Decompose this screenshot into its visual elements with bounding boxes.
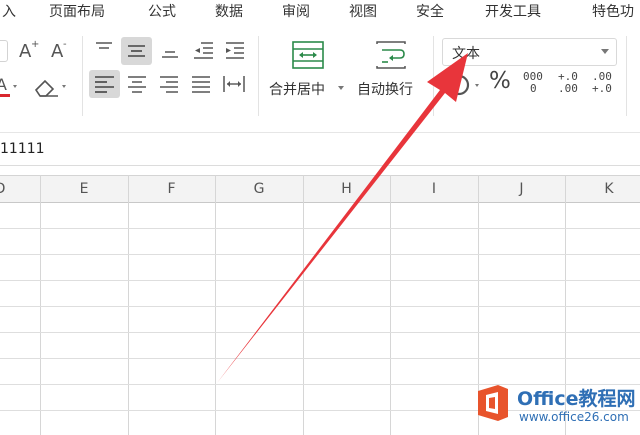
align-middle-button[interactable] (121, 37, 152, 65)
grid-line (0, 280, 640, 281)
grid-line (0, 332, 640, 333)
menu-view[interactable]: 视图 (349, 1, 377, 23)
grid-line (0, 306, 640, 307)
column-header-k[interactable]: K (565, 176, 640, 202)
decrease-font-size-button[interactable]: A - (50, 38, 72, 62)
chevron-down-icon (601, 49, 609, 54)
distributed-align-button[interactable] (220, 71, 248, 97)
align-middle-icon (128, 45, 145, 57)
column-header-j[interactable]: J (478, 176, 565, 202)
ribbon-separator (258, 36, 259, 116)
grid-line (215, 175, 216, 435)
wrap-text-button[interactable]: 自动换行 (354, 38, 428, 116)
increase-font-size-button[interactable]: A + (18, 38, 40, 62)
decrease-decimal-top-text: .00 (592, 70, 612, 83)
align-left-button[interactable] (89, 70, 120, 98)
percent-style-button[interactable]: % (489, 68, 511, 94)
menu-special[interactable]: 特色功 (592, 1, 634, 23)
grid-line (128, 175, 129, 435)
column-header-d[interactable]: D (0, 176, 18, 202)
svg-text:+: + (31, 39, 39, 50)
column-header-row: D E F G H I J K (0, 175, 640, 203)
merge-dropdown-icon[interactable] (338, 86, 344, 90)
align-bottom-icon (162, 51, 178, 58)
align-center-icon (128, 76, 146, 93)
ribbon-separator (433, 36, 434, 116)
decrease-indent-icon (194, 42, 213, 59)
formula-content: 11111 (0, 141, 45, 157)
menu-formulas[interactable]: 公式 (148, 1, 176, 23)
menu-data[interactable]: 数据 (215, 1, 243, 23)
increase-indent-button[interactable] (222, 38, 248, 62)
align-right-button[interactable] (156, 71, 182, 97)
decrease-font-icon: A - (51, 39, 67, 62)
decrease-decimal-button[interactable]: .00 +.0 (590, 70, 618, 98)
align-left-icon (95, 76, 114, 93)
menu-bar: 入 页面布局 公式 数据 审阅 视图 安全 开发工具 特色功 (0, 0, 640, 24)
grid-line (40, 175, 41, 435)
ribbon-separator (82, 36, 83, 116)
font-color-button[interactable]: A (0, 74, 22, 100)
increase-font-icon: A + (19, 39, 39, 62)
currency-format-button[interactable] (448, 72, 484, 98)
distributed-align-icon (223, 76, 245, 92)
grid-line (390, 175, 391, 435)
menu-developer[interactable]: 开发工具 (485, 1, 541, 23)
wrap-text-icon (376, 41, 406, 69)
align-top-icon (96, 42, 112, 49)
align-center-button[interactable] (124, 71, 150, 97)
align-right-icon (160, 76, 178, 93)
justify-button[interactable] (188, 71, 214, 97)
merge-cells-icon (292, 41, 324, 69)
justify-icon (192, 76, 210, 93)
font-size-dropdown[interactable] (0, 40, 8, 62)
number-format-value: 文本 (452, 46, 480, 62)
increase-decimal-top-text: +.0 (558, 70, 578, 83)
grid-line (303, 175, 304, 435)
thousands-top-text: 000 (523, 70, 543, 83)
grid-line (0, 358, 640, 359)
currency-icon (448, 74, 479, 96)
merge-center-label: 合并居中 (269, 82, 325, 98)
clear-format-button[interactable] (32, 74, 70, 100)
ribbon-toolbar: A + A - A 合并居中 自动换行 文本 % 000 0 +.0 .00 .… (0, 24, 640, 133)
formula-bar[interactable]: 11111 (0, 133, 640, 166)
font-color-icon: A (0, 75, 17, 97)
watermark-url: www.office26.com (519, 410, 629, 424)
align-top-button[interactable] (91, 38, 117, 62)
increase-indent-icon (226, 42, 244, 59)
decrease-indent-button[interactable] (191, 38, 217, 62)
decrease-decimal-bottom-text: +.0 (592, 82, 612, 95)
column-header-e[interactable]: E (40, 176, 128, 202)
svg-text:-: - (63, 39, 67, 50)
thousands-separator-button[interactable]: 000 0 (521, 70, 547, 98)
column-header-h[interactable]: H (303, 176, 390, 202)
increase-decimal-button[interactable]: +.0 .00 (556, 70, 584, 98)
grid-line (0, 254, 640, 255)
increase-decimal-bottom-text: .00 (558, 82, 578, 95)
number-format-dropdown[interactable]: 文本 (442, 38, 617, 66)
column-header-g[interactable]: G (215, 176, 303, 202)
menu-security[interactable]: 安全 (416, 1, 444, 23)
menu-page-layout[interactable]: 页面布局 (49, 1, 105, 23)
office-logo-icon (478, 385, 508, 421)
menu-insert[interactable]: 入 (2, 1, 16, 23)
eraser-icon (34, 79, 66, 97)
align-bottom-button[interactable] (157, 38, 183, 62)
watermark-brand: Office教程网 (517, 388, 636, 410)
ribbon-separator (626, 36, 627, 116)
svg-text:A: A (0, 75, 7, 94)
menu-review[interactable]: 审阅 (282, 1, 310, 23)
grid-line (0, 228, 640, 229)
wrap-text-label: 自动换行 (357, 82, 413, 98)
column-header-i[interactable]: I (390, 176, 478, 202)
merge-center-button[interactable]: 合并居中 (266, 38, 348, 116)
thousands-bottom-text: 0 (530, 82, 537, 95)
column-header-f[interactable]: F (128, 176, 215, 202)
